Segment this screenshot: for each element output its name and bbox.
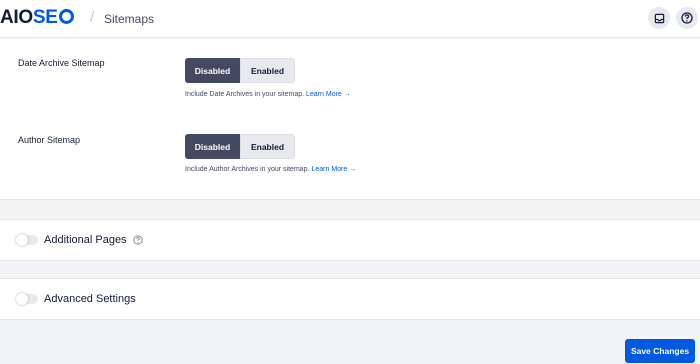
date-archive-toggle: Disabled Enabled bbox=[185, 58, 295, 83]
help-button[interactable] bbox=[676, 7, 698, 29]
date-archive-disabled-button[interactable]: Disabled bbox=[185, 58, 240, 83]
date-archive-help: Include Date Archives in your sitemap. L… bbox=[185, 91, 351, 98]
aioseo-logo: AIOSE bbox=[0, 7, 74, 29]
breadcrumb-current[interactable]: Sitemaps bbox=[104, 12, 154, 26]
date-archive-learn-more-link[interactable]: Learn More → bbox=[306, 91, 351, 98]
date-archive-enabled-button[interactable]: Enabled bbox=[240, 58, 295, 83]
switch-knob bbox=[16, 293, 28, 305]
date-archive-sitemap-label: Date Archive Sitemap bbox=[18, 58, 105, 68]
additional-pages-switch[interactable] bbox=[16, 234, 38, 246]
top-header: AIOSE / Sitemaps bbox=[0, 0, 700, 38]
logo-main-text: AIO bbox=[0, 7, 33, 28]
sitemap-settings-panel: Date Archive Sitemap Disabled Enabled In… bbox=[0, 39, 700, 200]
advanced-settings-title: Advanced Settings bbox=[44, 293, 136, 305]
switch-knob bbox=[16, 234, 28, 246]
author-disabled-button[interactable]: Disabled bbox=[185, 134, 240, 159]
additional-pages-card: Additional Pages bbox=[0, 219, 700, 261]
author-toggle: Disabled Enabled bbox=[185, 134, 295, 159]
additional-pages-title: Additional Pages bbox=[44, 234, 127, 246]
author-sitemap-label: Author Sitemap bbox=[18, 135, 81, 145]
author-help-text: Include Author Archives in your sitemap. bbox=[185, 166, 310, 173]
date-archive-help-text: Include Date Archives in your sitemap. bbox=[185, 91, 305, 98]
help-circle-icon bbox=[681, 12, 693, 24]
logo-accent-text: SE bbox=[32, 7, 58, 28]
help-circle-icon[interactable] bbox=[133, 235, 143, 245]
save-changes-button[interactable]: Save Changes bbox=[625, 339, 695, 363]
breadcrumb-separator: / bbox=[90, 9, 95, 26]
advanced-settings-card: Advanced Settings bbox=[0, 278, 700, 320]
advanced-settings-switch[interactable] bbox=[16, 293, 38, 305]
author-enabled-button[interactable]: Enabled bbox=[240, 134, 295, 159]
logo-ring-icon bbox=[58, 9, 74, 24]
inbox-icon bbox=[654, 13, 664, 23]
notifications-button[interactable] bbox=[648, 7, 670, 29]
author-help: Include Author Archives in your sitemap.… bbox=[185, 166, 356, 173]
author-learn-more-link[interactable]: Learn More → bbox=[311, 166, 356, 173]
